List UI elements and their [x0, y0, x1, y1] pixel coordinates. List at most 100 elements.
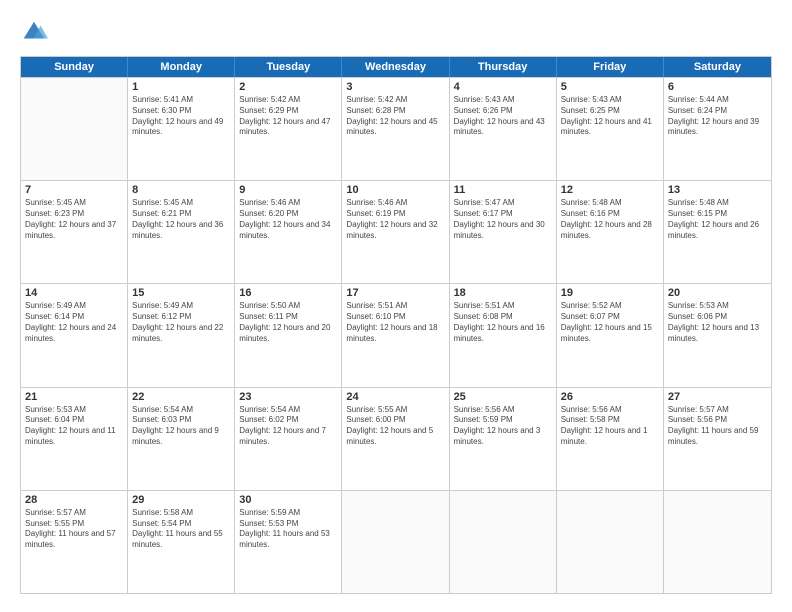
- header-day-saturday: Saturday: [664, 57, 771, 77]
- day-info: Sunrise: 5:54 AMSunset: 6:02 PMDaylight:…: [239, 405, 337, 448]
- day-info: Sunrise: 5:44 AMSunset: 6:24 PMDaylight:…: [668, 95, 767, 138]
- day-number: 3: [346, 81, 444, 93]
- day-cell-1: 1Sunrise: 5:41 AMSunset: 6:30 PMDaylight…: [128, 78, 235, 180]
- day-info: Sunrise: 5:51 AMSunset: 6:08 PMDaylight:…: [454, 301, 552, 344]
- header-day-tuesday: Tuesday: [235, 57, 342, 77]
- day-info: Sunrise: 5:55 AMSunset: 6:00 PMDaylight:…: [346, 405, 444, 448]
- calendar-week-4: 21Sunrise: 5:53 AMSunset: 6:04 PMDayligh…: [21, 387, 771, 490]
- day-number: 29: [132, 494, 230, 506]
- day-info: Sunrise: 5:48 AMSunset: 6:16 PMDaylight:…: [561, 198, 659, 241]
- day-number: 2: [239, 81, 337, 93]
- day-cell-11: 11 Sunrise: 5:47 AMSunset: 6:17 PMDayligh…: [450, 181, 557, 283]
- header-day-sunday: Sunday: [21, 57, 128, 77]
- empty-cell: [664, 491, 771, 593]
- day-cell-23: 23 Sunrise: 5:54 AMSunset: 6:02 PMDayligh…: [235, 388, 342, 490]
- day-info: Sunrise: 5:49 AMSunset: 6:12 PMDaylight:…: [132, 301, 230, 344]
- day-number: 14: [25, 287, 123, 299]
- calendar-header: SundayMondayTuesdayWednesdayThursdayFrid…: [21, 57, 771, 77]
- day-info: Sunrise: 5:46 AMSunset: 6:20 PMDaylight:…: [239, 198, 337, 241]
- day-info: Sunrise: 5:50 AMSunset: 6:11 PMDaylight:…: [239, 301, 337, 344]
- day-number: 26: [561, 391, 659, 403]
- day-cell-22: 22 Sunrise: 5:54 AMSunset: 6:03 PMDayligh…: [128, 388, 235, 490]
- day-info: Sunrise: 5:57 AMSunset: 5:55 PMDaylight:…: [25, 508, 123, 551]
- day-cell-19: 19Sunrise: 5:52 AMSunset: 6:07 PMDayligh…: [557, 284, 664, 386]
- empty-cell: [342, 491, 449, 593]
- day-info: Sunrise: 5:42 AMSunset: 6:29 PMDaylight:…: [239, 95, 337, 138]
- day-number: 17: [346, 287, 444, 299]
- calendar: SundayMondayTuesdayWednesdayThursdayFrid…: [20, 56, 772, 594]
- day-cell-7: 7 Sunrise: 5:45 AMSunset: 6:23 PMDaylight…: [21, 181, 128, 283]
- day-number: 25: [454, 391, 552, 403]
- day-cell-29: 29 Sunrise: 5:58 AMSunset: 5:54 PMDayligh…: [128, 491, 235, 593]
- day-info: Sunrise: 5:46 AMSunset: 6:19 PMDaylight:…: [346, 198, 444, 241]
- day-cell-3: 3Sunrise: 5:42 AMSunset: 6:28 PMDaylight…: [342, 78, 449, 180]
- day-info: Sunrise: 5:51 AMSunset: 6:10 PMDaylight:…: [346, 301, 444, 344]
- day-number: 16: [239, 287, 337, 299]
- header-day-friday: Friday: [557, 57, 664, 77]
- day-cell-16: 16 Sunrise: 5:50 AMSunset: 6:11 PMDayligh…: [235, 284, 342, 386]
- day-number: 19: [561, 287, 659, 299]
- day-cell-30: 30 Sunrise: 5:59 AMSunset: 5:53 PMDayligh…: [235, 491, 342, 593]
- day-info: Sunrise: 5:57 AMSunset: 5:56 PMDaylight:…: [668, 405, 767, 448]
- day-number: 30: [239, 494, 337, 506]
- day-cell-17: 17 Sunrise: 5:51 AMSunset: 6:10 PMDayligh…: [342, 284, 449, 386]
- day-info: Sunrise: 5:53 AMSunset: 6:06 PMDaylight:…: [668, 301, 767, 344]
- day-cell-14: 14 Sunrise: 5:49 AMSunset: 6:14 PMDayligh…: [21, 284, 128, 386]
- day-number: 23: [239, 391, 337, 403]
- day-cell-8: 8Sunrise: 5:45 AMSunset: 6:21 PMDaylight…: [128, 181, 235, 283]
- day-info: Sunrise: 5:54 AMSunset: 6:03 PMDaylight:…: [132, 405, 230, 448]
- day-cell-10: 10 Sunrise: 5:46 AMSunset: 6:19 PMDayligh…: [342, 181, 449, 283]
- day-info: Sunrise: 5:45 AMSunset: 6:23 PMDaylight:…: [25, 198, 123, 241]
- day-number: 24: [346, 391, 444, 403]
- calendar-body: 1Sunrise: 5:41 AMSunset: 6:30 PMDaylight…: [21, 77, 771, 593]
- day-number: 7: [25, 184, 123, 196]
- day-cell-26: 26 Sunrise: 5:56 AMSunset: 5:58 PMDayligh…: [557, 388, 664, 490]
- day-info: Sunrise: 5:45 AMSunset: 6:21 PMDaylight:…: [132, 198, 230, 241]
- day-number: 10: [346, 184, 444, 196]
- empty-cell: [557, 491, 664, 593]
- day-cell-25: 25 Sunrise: 5:56 AMSunset: 5:59 PMDayligh…: [450, 388, 557, 490]
- day-number: 22: [132, 391, 230, 403]
- day-number: 11: [454, 184, 552, 196]
- header-day-monday: Monday: [128, 57, 235, 77]
- day-number: 27: [668, 391, 767, 403]
- day-number: 28: [25, 494, 123, 506]
- day-info: Sunrise: 5:43 AMSunset: 6:25 PMDaylight:…: [561, 95, 659, 138]
- calendar-week-1: 1Sunrise: 5:41 AMSunset: 6:30 PMDaylight…: [21, 77, 771, 180]
- day-number: 1: [132, 81, 230, 93]
- logo: [20, 18, 52, 46]
- page: SundayMondayTuesdayWednesdayThursdayFrid…: [0, 0, 792, 612]
- day-info: Sunrise: 5:58 AMSunset: 5:54 PMDaylight:…: [132, 508, 230, 551]
- day-number: 9: [239, 184, 337, 196]
- day-cell-27: 27 Sunrise: 5:57 AMSunset: 5:56 PMDayligh…: [664, 388, 771, 490]
- day-number: 15: [132, 287, 230, 299]
- day-cell-20: 20 Sunrise: 5:53 AMSunset: 6:06 PMDayligh…: [664, 284, 771, 386]
- day-cell-12: 12 Sunrise: 5:48 AMSunset: 6:16 PMDayligh…: [557, 181, 664, 283]
- day-info: Sunrise: 5:53 AMSunset: 6:04 PMDaylight:…: [25, 405, 123, 448]
- day-info: Sunrise: 5:56 AMSunset: 5:59 PMDaylight:…: [454, 405, 552, 448]
- calendar-week-3: 14 Sunrise: 5:49 AMSunset: 6:14 PMDayligh…: [21, 283, 771, 386]
- day-number: 13: [668, 184, 767, 196]
- day-info: Sunrise: 5:48 AMSunset: 6:15 PMDaylight:…: [668, 198, 767, 241]
- day-cell-9: 9 Sunrise: 5:46 AMSunset: 6:20 PMDaylight…: [235, 181, 342, 283]
- day-cell-24: 24 Sunrise: 5:55 AMSunset: 6:00 PMDayligh…: [342, 388, 449, 490]
- calendar-week-2: 7 Sunrise: 5:45 AMSunset: 6:23 PMDaylight…: [21, 180, 771, 283]
- day-info: Sunrise: 5:47 AMSunset: 6:17 PMDaylight:…: [454, 198, 552, 241]
- day-number: 4: [454, 81, 552, 93]
- day-number: 6: [668, 81, 767, 93]
- day-info: Sunrise: 5:56 AMSunset: 5:58 PMDaylight:…: [561, 405, 659, 448]
- day-number: 20: [668, 287, 767, 299]
- day-number: 18: [454, 287, 552, 299]
- empty-cell: [21, 78, 128, 180]
- header-day-thursday: Thursday: [450, 57, 557, 77]
- day-cell-6: 6 Sunrise: 5:44 AMSunset: 6:24 PMDaylight…: [664, 78, 771, 180]
- day-cell-21: 21Sunrise: 5:53 AMSunset: 6:04 PMDayligh…: [21, 388, 128, 490]
- day-info: Sunrise: 5:49 AMSunset: 6:14 PMDaylight:…: [25, 301, 123, 344]
- header: [20, 18, 772, 46]
- day-number: 12: [561, 184, 659, 196]
- day-info: Sunrise: 5:43 AMSunset: 6:26 PMDaylight:…: [454, 95, 552, 138]
- day-cell-5: 5Sunrise: 5:43 AMSunset: 6:25 PMDaylight…: [557, 78, 664, 180]
- day-info: Sunrise: 5:59 AMSunset: 5:53 PMDaylight:…: [239, 508, 337, 551]
- day-cell-18: 18 Sunrise: 5:51 AMSunset: 6:08 PMDayligh…: [450, 284, 557, 386]
- calendar-week-5: 28 Sunrise: 5:57 AMSunset: 5:55 PMDayligh…: [21, 490, 771, 593]
